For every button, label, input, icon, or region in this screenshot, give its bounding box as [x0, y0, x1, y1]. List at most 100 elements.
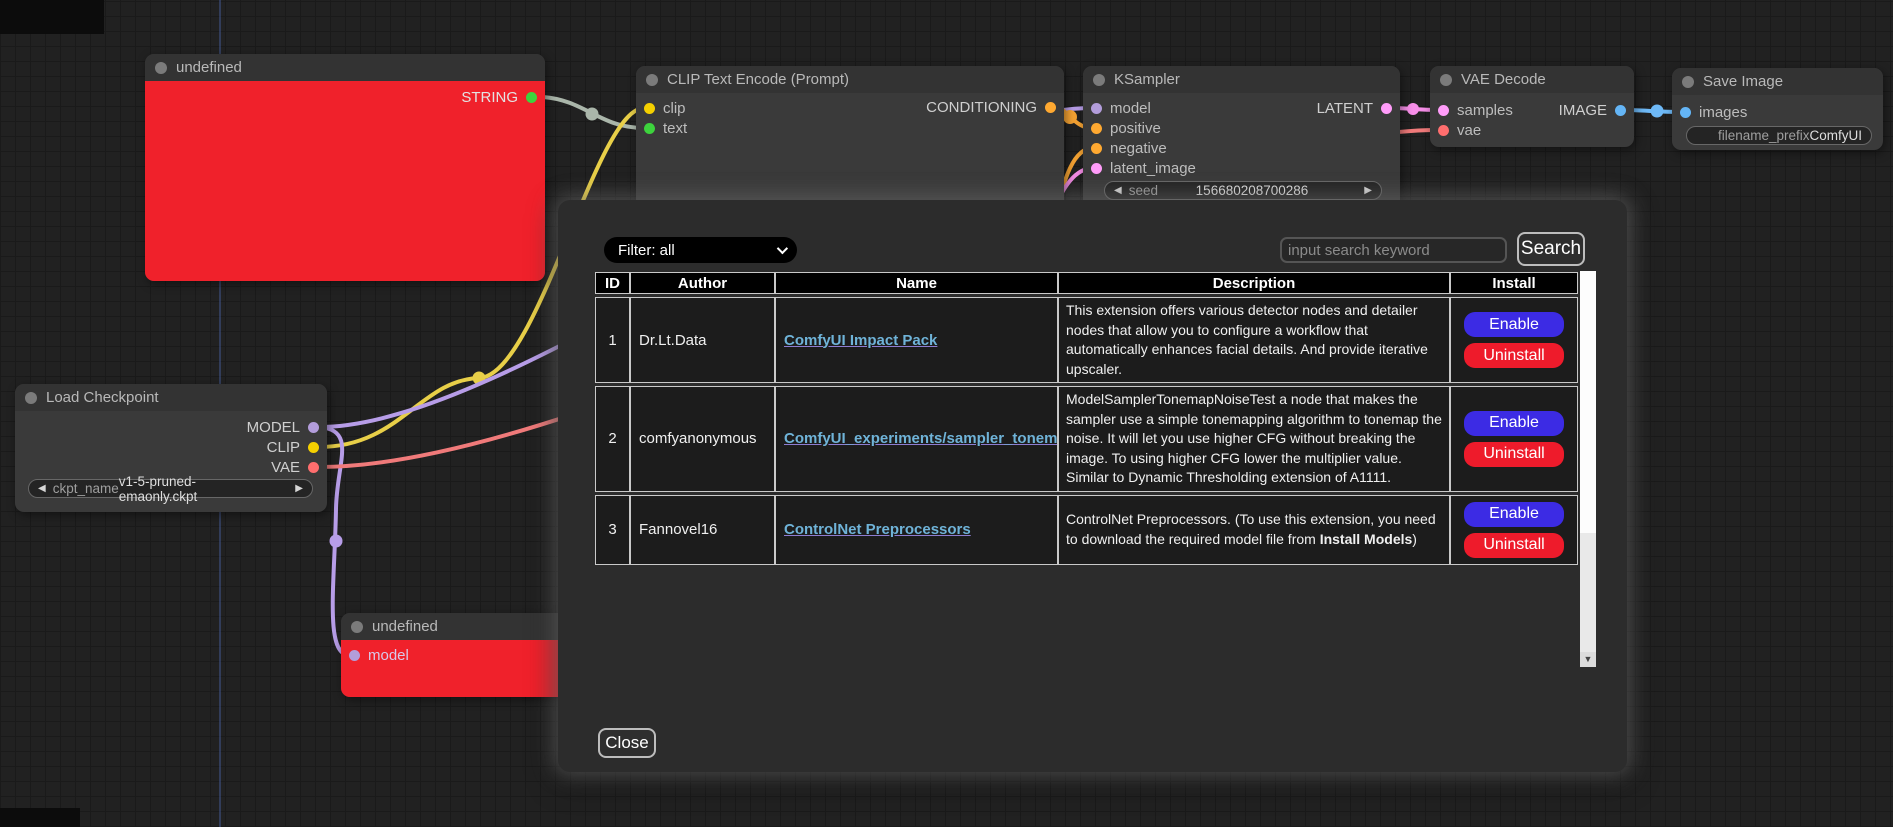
table-scrollbar[interactable]: ▼	[1580, 271, 1596, 667]
enable-button[interactable]: Enable	[1464, 502, 1564, 527]
filter-select[interactable]: Filter: all	[604, 237, 797, 263]
uninstall-button[interactable]: Uninstall	[1464, 343, 1564, 368]
seed-widget-label: seed	[1129, 183, 1158, 198]
slot-dot-conditioning-output[interactable]	[1045, 102, 1056, 113]
cell-install: Enable Uninstall	[1450, 386, 1578, 492]
slot-label-clip-out: CLIP	[267, 439, 300, 456]
filename-prefix-widget[interactable]: filename_prefix ComfyUI	[1686, 126, 1872, 145]
slot-label-vae: vae	[1457, 122, 1481, 139]
chevron-down-icon	[777, 243, 788, 254]
slot-dot-positive-input[interactable]	[1091, 123, 1102, 134]
slot-dot-clip-input[interactable]	[644, 103, 655, 114]
arrow-right-icon[interactable]: ▶	[295, 484, 303, 494]
slot-dot-vae-output[interactable]	[308, 462, 319, 473]
arrow-left-icon[interactable]: ◀	[38, 484, 46, 494]
scroll-down-icon[interactable]: ▼	[1580, 652, 1596, 667]
slot-label-string: STRING	[461, 89, 518, 106]
header-description: Description	[1058, 272, 1450, 294]
slot-label-latent: LATENT	[1317, 100, 1373, 117]
uninstall-button[interactable]: Uninstall	[1464, 442, 1564, 467]
cell-id: 2	[595, 386, 630, 492]
slot-dot-negative-input[interactable]	[1091, 143, 1102, 154]
arrow-right-icon[interactable]: ▶	[1364, 186, 1372, 196]
node-title: KSampler	[1114, 71, 1180, 88]
cell-description: This extension offers various detector n…	[1058, 297, 1450, 383]
slot-dot-vae-input[interactable]	[1438, 125, 1449, 136]
node-collapse-dot[interactable]	[1093, 74, 1105, 86]
slot-label-images: images	[1699, 104, 1747, 121]
filename-prefix-label: filename_prefix	[1718, 128, 1810, 143]
filter-select-value: Filter: all	[618, 242, 675, 259]
node-vae-decode[interactable]: VAE Decode samples vae IMAGE	[1430, 66, 1634, 147]
custom-nodes-manager-dialog: Filter: all Search ID Author Name Descri…	[558, 200, 1627, 772]
extension-link[interactable]: ControlNet Preprocessors	[784, 521, 971, 538]
node-title-bar: VAE Decode	[1430, 66, 1634, 93]
seed-widget-value: 156680208700286	[1196, 183, 1309, 198]
enable-button[interactable]: Enable	[1464, 411, 1564, 436]
cell-author: Dr.Lt.Data	[630, 297, 775, 383]
header-author: Author	[630, 272, 775, 294]
ckpt-name-value: v1-5-pruned-emaonly.ckpt	[119, 474, 262, 504]
node-collapse-dot[interactable]	[25, 392, 37, 404]
cell-description: ControlNet Preprocessors. (To use this e…	[1058, 495, 1450, 565]
node-title-bar: Load Checkpoint	[15, 384, 327, 411]
filename-prefix-value: ComfyUI	[1810, 128, 1863, 143]
node-collapse-dot[interactable]	[1440, 74, 1452, 86]
table-row: 2 comfyanonymous ComfyUI_experiments/sam…	[595, 386, 1578, 492]
extension-link[interactable]: ComfyUI_experiments/sampler_tonemap	[784, 430, 1058, 447]
node-undefined-string[interactable]: undefined STRING	[145, 54, 545, 281]
slot-dot-text-input[interactable]	[644, 123, 655, 134]
slot-dot-clip-output[interactable]	[308, 442, 319, 453]
node-collapse-dot[interactable]	[646, 74, 658, 86]
node-title: VAE Decode	[1461, 71, 1546, 88]
node-title-bar: undefined	[341, 613, 591, 640]
scrollbar-thumb[interactable]	[1580, 271, 1596, 533]
slot-dot-images-input[interactable]	[1680, 107, 1691, 118]
close-button[interactable]: Close	[598, 728, 656, 758]
ckpt-name-widget[interactable]: ◀ ckpt_name v1-5-pruned-emaonly.ckpt ▶	[28, 479, 313, 498]
table-row: 1 Dr.Lt.Data ComfyUI Impact Pack This ex…	[595, 297, 1578, 383]
cell-install: Enable Uninstall	[1450, 297, 1578, 383]
search-input[interactable]	[1280, 237, 1507, 263]
slot-dot-latent-output[interactable]	[1381, 103, 1392, 114]
node-title: CLIP Text Encode (Prompt)	[667, 71, 849, 88]
node-title: Load Checkpoint	[46, 389, 159, 406]
node-title-bar: Save Image	[1672, 68, 1883, 95]
slot-dot-samples-input[interactable]	[1438, 105, 1449, 116]
header-install: Install	[1450, 272, 1578, 294]
extensions-table: ID Author Name Description Install 1 Dr.…	[595, 269, 1578, 568]
cell-author: Fannovel16	[630, 495, 775, 565]
extension-link[interactable]: ComfyUI Impact Pack	[784, 332, 937, 349]
node-title: undefined	[176, 59, 242, 76]
node-collapse-dot[interactable]	[351, 621, 363, 633]
search-button[interactable]: Search	[1517, 232, 1585, 266]
table-row: 3 Fannovel16 ControlNet Preprocessors Co…	[595, 495, 1578, 565]
slot-label-model-out: MODEL	[247, 419, 300, 436]
slot-label-clip: clip	[663, 100, 686, 117]
node-title: undefined	[372, 618, 438, 635]
node-collapse-dot[interactable]	[1682, 76, 1694, 88]
table-header-row: ID Author Name Description Install	[595, 272, 1578, 294]
node-undefined-model[interactable]: undefined model	[341, 613, 591, 697]
arrow-left-icon[interactable]: ◀	[1114, 186, 1122, 196]
cell-author: comfyanonymous	[630, 386, 775, 492]
slot-dot-model-output[interactable]	[308, 422, 319, 433]
node-error-body: STRING	[145, 81, 545, 281]
slot-dot-model-input[interactable]	[349, 650, 360, 661]
slot-dot-latent-image-input[interactable]	[1091, 163, 1102, 174]
node-title-bar: KSampler	[1083, 66, 1400, 93]
cell-install: Enable Uninstall	[1450, 495, 1578, 565]
node-load-checkpoint[interactable]: Load Checkpoint MODEL CLIP VAE ◀ ckpt_na…	[15, 384, 327, 512]
slot-dot-image-output[interactable]	[1615, 105, 1626, 116]
uninstall-button[interactable]: Uninstall	[1464, 533, 1564, 558]
node-save-image[interactable]: Save Image images filename_prefix ComfyU…	[1672, 68, 1883, 150]
slot-dot-model-input[interactable]	[1091, 103, 1102, 114]
node-collapse-dot[interactable]	[155, 62, 167, 74]
slot-label-text: text	[663, 120, 687, 137]
enable-button[interactable]: Enable	[1464, 312, 1564, 337]
slot-label-image: IMAGE	[1559, 102, 1607, 119]
slot-dot-string-output[interactable]	[526, 92, 537, 103]
node-title: Save Image	[1703, 73, 1783, 90]
slot-label-model: model	[1110, 100, 1151, 117]
seed-widget[interactable]: ◀ seed 156680208700286 ▶	[1104, 181, 1382, 200]
